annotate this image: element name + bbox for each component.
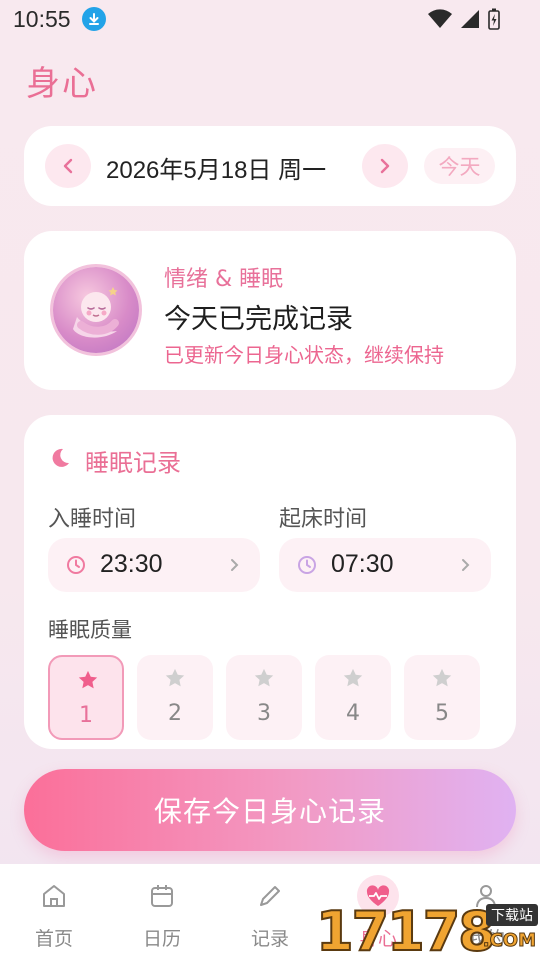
rating-option-5[interactable]: 5 xyxy=(404,655,480,740)
summary-title: 情绪 & 睡眠 xyxy=(164,267,284,292)
clock-icon xyxy=(67,556,85,574)
download-icon xyxy=(82,7,106,31)
nav-item-home[interactable]: 首页 xyxy=(0,864,108,960)
nav-label: 记录 xyxy=(250,928,289,950)
nav-label: 首页 xyxy=(34,928,73,950)
save-record-button[interactable]: 保存今日身心记录 xyxy=(24,769,516,851)
watermark-text: 17178 xyxy=(315,899,497,960)
chevron-right-icon xyxy=(462,559,470,571)
signal-icon xyxy=(461,10,479,28)
page-title: 身心 xyxy=(26,64,98,104)
nav-label: 日历 xyxy=(142,928,181,950)
home-icon xyxy=(43,885,65,907)
wifi-icon xyxy=(428,9,452,28)
rating-number: 1 xyxy=(79,703,93,728)
rating-option-2[interactable]: 2 xyxy=(137,655,213,740)
watermark-suffix: .COM xyxy=(482,930,536,952)
rating-number: 4 xyxy=(346,701,360,726)
current-date: 2026年5月18日 周一 xyxy=(106,157,327,184)
bedtime-picker[interactable]: 23:30 xyxy=(48,538,260,592)
summary-status: 今天已完成记录 xyxy=(164,304,353,335)
star-icon xyxy=(165,668,185,687)
rating-option-4[interactable]: 4 xyxy=(315,655,391,740)
nav-item-record[interactable]: 记录 xyxy=(216,864,324,960)
calendar-icon xyxy=(151,885,173,907)
prev-day-button[interactable] xyxy=(45,144,91,188)
nav-item-calendar[interactable]: 日历 xyxy=(108,864,216,960)
rating-number: 5 xyxy=(435,701,449,726)
rating-option-1[interactable]: 1 xyxy=(48,655,124,740)
summary-subtitle: 已更新今日身心状态，继续保持 xyxy=(164,343,444,367)
clock-icon xyxy=(298,556,316,574)
star-icon xyxy=(343,668,363,687)
watermark-badge: 下载站 xyxy=(486,904,538,926)
status-icons xyxy=(428,8,500,30)
moon-icon xyxy=(52,448,69,467)
summary-card: 情绪 & 睡眠 今天已完成记录 已更新今日身心状态，继续保持 xyxy=(24,231,516,390)
rating-number: 3 xyxy=(257,701,271,726)
chevron-right-icon xyxy=(380,158,390,174)
today-button[interactable]: 今天 xyxy=(424,148,495,184)
sleep-record-card: 睡眠记录 入睡时间 起床时间 23:30 07:30 睡眠质量 1 2 3 4 xyxy=(24,415,516,749)
waketime-picker[interactable]: 07:30 xyxy=(279,538,491,592)
next-day-button[interactable] xyxy=(362,144,408,188)
bedtime-label: 入睡时间 xyxy=(48,507,137,532)
bedtime-value: 23:30 xyxy=(100,550,163,578)
rating-option-3[interactable]: 3 xyxy=(226,655,302,740)
site-watermark: 17178 下载站 .COM xyxy=(315,899,540,960)
chevron-right-icon xyxy=(231,559,239,571)
star-icon xyxy=(78,670,98,689)
sleep-record-title: 睡眠记录 xyxy=(85,449,181,477)
waketime-label: 起床时间 xyxy=(279,507,368,532)
waketime-value: 07:30 xyxy=(331,550,394,578)
sleeping-baby-avatar xyxy=(53,267,139,353)
battery-icon xyxy=(488,8,500,30)
star-icon xyxy=(432,668,452,687)
sleep-quality-label: 睡眠质量 xyxy=(48,618,132,642)
sleep-quality-rating: 1 2 3 4 5 xyxy=(48,655,492,741)
pencil-icon xyxy=(260,886,280,906)
star-icon xyxy=(254,668,274,687)
date-selector-card: 2026年5月18日 周一 今天 xyxy=(24,126,516,206)
chevron-left-icon xyxy=(63,158,73,174)
status-bar: 10:55 xyxy=(0,0,540,38)
status-time: 10:55 xyxy=(13,6,71,32)
rating-number: 2 xyxy=(168,701,182,726)
